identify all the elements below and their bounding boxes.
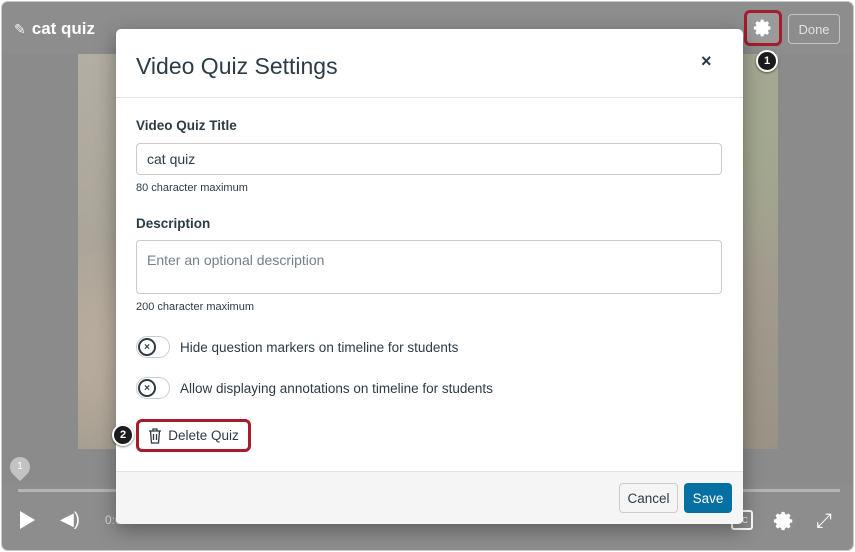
settings-modal: Video Quiz Settings × Video Quiz Title c… bbox=[116, 29, 743, 524]
close-icon[interactable]: × bbox=[701, 51, 712, 72]
quiz-title-value: cat quiz bbox=[147, 151, 196, 167]
callout-badge-2: 2 bbox=[112, 424, 134, 446]
done-button[interactable]: Done bbox=[788, 14, 840, 44]
toggle-off-icon: × bbox=[138, 379, 156, 397]
modal-title: Video Quiz Settings bbox=[136, 53, 338, 79]
description-hint: 200 character maximum bbox=[136, 301, 254, 313]
play-icon[interactable] bbox=[20, 511, 35, 529]
quiz-title-hint: 80 character maximum bbox=[136, 182, 248, 194]
trash-icon bbox=[149, 427, 162, 444]
video-quiz-editor: ✎ cat quiz Done 1 1 ◀) 0:00/0:21 CC ⤢ Vi… bbox=[2, 2, 853, 550]
toggle-allow-annotations[interactable]: × Allow displaying annotations on timeli… bbox=[136, 377, 493, 399]
quiz-title-heading: ✎ cat quiz bbox=[14, 19, 95, 39]
fullscreen-icon[interactable]: ⤢ bbox=[816, 510, 832, 533]
save-button[interactable]: Save bbox=[684, 483, 732, 513]
description-label: Description bbox=[136, 216, 211, 231]
gear-icon[interactable] bbox=[773, 510, 795, 532]
quiz-title-text: cat quiz bbox=[31, 19, 96, 38]
description-textarea[interactable]: Enter an optional description bbox=[136, 240, 722, 294]
description-placeholder: Enter an optional description bbox=[147, 252, 325, 268]
callout-badge-1: 1 bbox=[756, 50, 778, 72]
question-marker[interactable]: 1 bbox=[5, 452, 35, 482]
delete-quiz-button[interactable]: Delete Quiz bbox=[136, 419, 251, 452]
settings-button[interactable] bbox=[744, 10, 782, 46]
modal-header: Video Quiz Settings × bbox=[116, 29, 743, 98]
quiz-title-input[interactable]: cat quiz bbox=[136, 143, 722, 175]
toggle-off-icon: × bbox=[138, 338, 156, 356]
gear-icon bbox=[753, 19, 771, 37]
quiz-title-label: Video Quiz Title bbox=[136, 118, 237, 133]
toggle-switch[interactable]: × bbox=[136, 377, 170, 399]
modal-footer: Cancel Save bbox=[116, 471, 743, 524]
toggle-switch[interactable]: × bbox=[136, 336, 170, 358]
question-marker-label: 1 bbox=[17, 461, 23, 472]
toggle-allow-annotations-label: Allow displaying annotations on timeline… bbox=[180, 380, 493, 396]
delete-quiz-label: Delete Quiz bbox=[168, 428, 239, 443]
volume-icon[interactable]: ◀) bbox=[60, 509, 80, 530]
toggle-hide-markers[interactable]: × Hide question markers on timeline for … bbox=[136, 336, 458, 358]
toggle-hide-markers-label: Hide question markers on timeline for st… bbox=[180, 339, 459, 355]
cancel-button[interactable]: Cancel bbox=[619, 483, 678, 513]
magic-wand-icon: ✎ bbox=[14, 20, 26, 37]
